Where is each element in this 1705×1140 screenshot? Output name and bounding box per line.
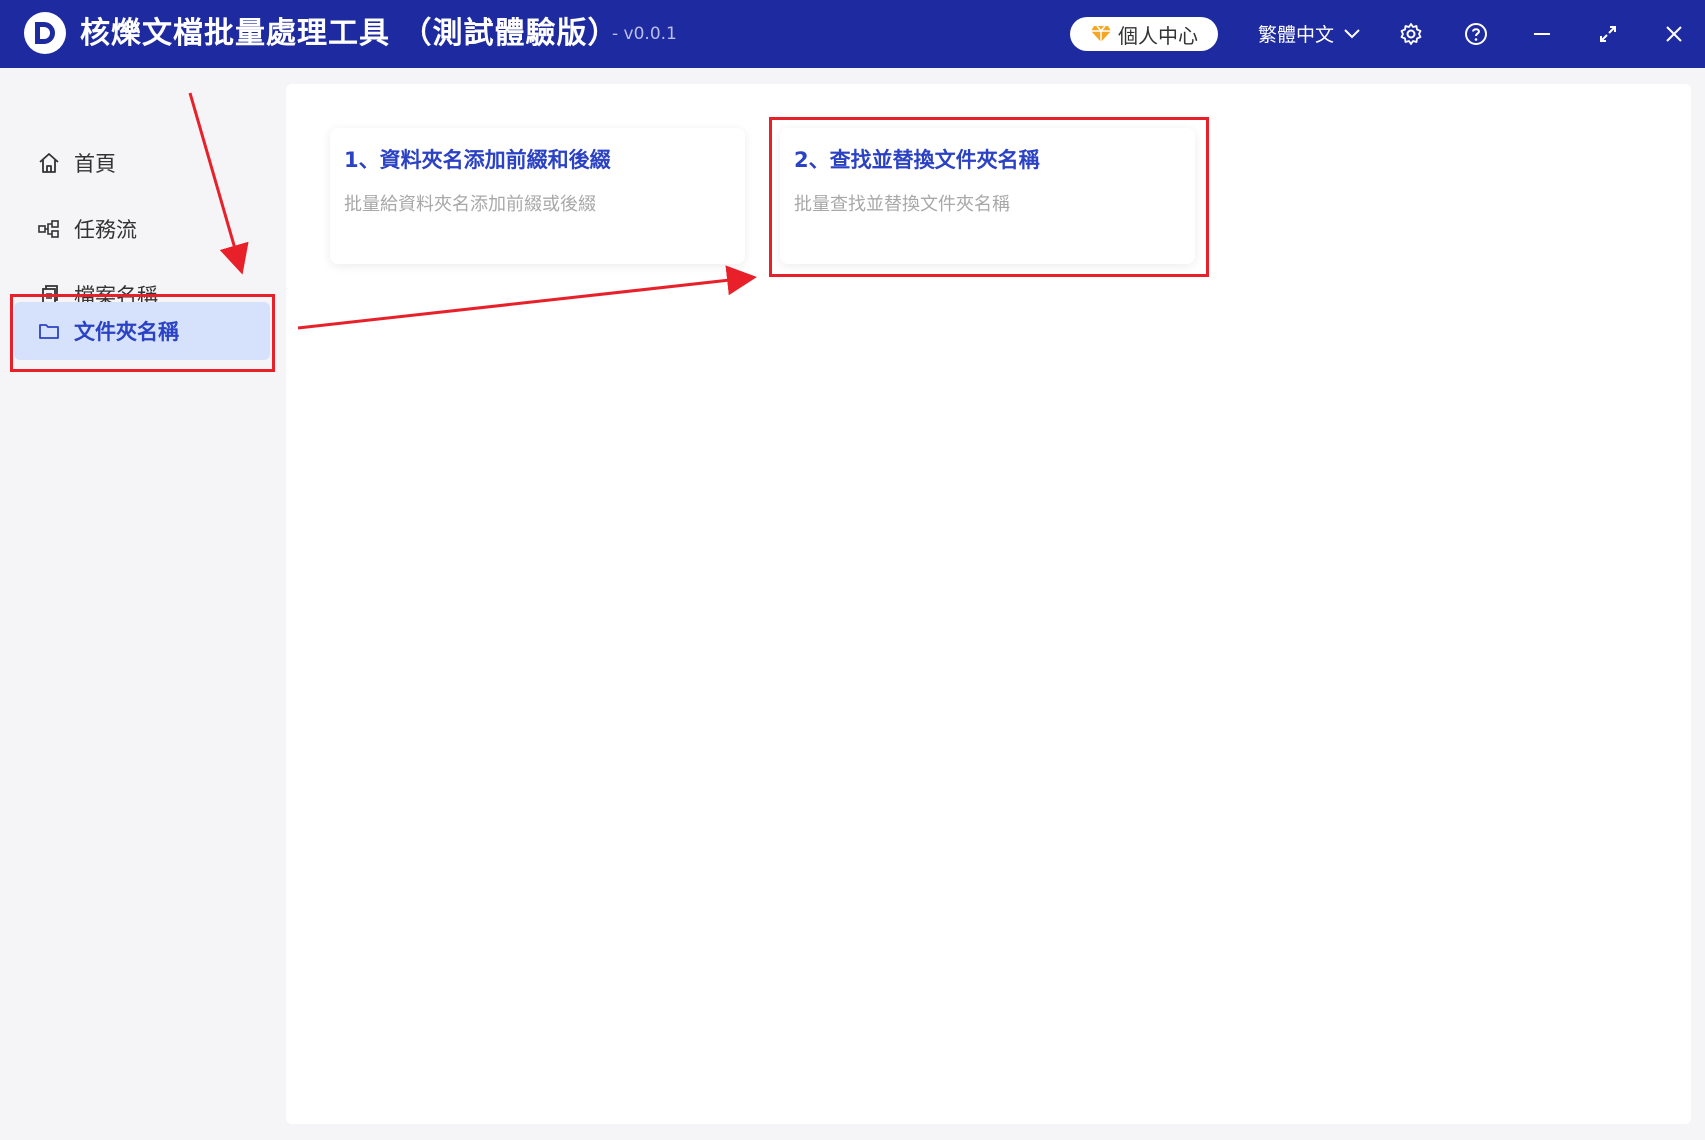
language-label: 繁體中文 [1258, 24, 1335, 46]
app-title: 核爍文檔批量處理工具 （測試體驗版） [80, 16, 619, 51]
home-icon [38, 152, 60, 174]
personal-center-label: 個人中心 [1118, 23, 1198, 48]
app-logo-icon [24, 12, 66, 54]
card-title: 1、資料夾名添加前綴和後綴 [344, 148, 611, 172]
folder-icon [38, 320, 60, 342]
sidebar-item-home[interactable]: 首頁 [14, 134, 270, 192]
card-title: 2、查找並替換文件夾名稱 [794, 148, 1040, 172]
sidebar: 首頁 任務流 檔案名稱 文件夾名稱 [0, 68, 270, 1140]
feature-card-find-replace[interactable]: 2、查找並替換文件夾名稱 批量查找並替換文件夾名稱 [780, 128, 1195, 264]
workflow-icon [38, 218, 60, 240]
maximize-icon[interactable] [1593, 19, 1623, 49]
sidebar-item-label: 文件夾名稱 [74, 320, 179, 344]
settings-gear-icon[interactable] [1396, 19, 1426, 49]
close-icon[interactable] [1659, 19, 1689, 49]
language-selector[interactable]: 繁體中文 [1258, 20, 1360, 47]
card-description: 批量給資料夾名添加前綴或後綴 [344, 194, 596, 215]
feature-card-add-prefix-suffix[interactable]: 1、資料夾名添加前綴和後綴 批量給資料夾名添加前綴或後綴 [330, 128, 745, 264]
main-content: 1、資料夾名添加前綴和後綴 批量給資料夾名添加前綴或後綴 2、查找並替換文件夾名… [286, 84, 1691, 1124]
help-icon[interactable] [1461, 19, 1491, 49]
sidebar-item-folder-name[interactable]: 文件夾名稱 [14, 302, 270, 360]
app-version: - v0.0.1 [612, 24, 677, 44]
minimize-icon[interactable] [1527, 19, 1557, 49]
diamond-icon [1091, 25, 1111, 42]
sidebar-item-workflow[interactable]: 任務流 [14, 200, 270, 258]
app-window: 核爍文檔批量處理工具 （測試體驗版） - v0.0.1 個人中心 繁體中文 首頁… [0, 0, 1705, 1140]
sidebar-item-label: 首頁 [74, 152, 116, 176]
title-bar: 核爍文檔批量處理工具 （測試體驗版） - v0.0.1 個人中心 繁體中文 [0, 0, 1705, 68]
chevron-down-icon [1344, 28, 1360, 38]
sidebar-item-label: 任務流 [74, 218, 137, 242]
personal-center-button[interactable]: 個人中心 [1070, 17, 1218, 51]
card-description: 批量查找並替換文件夾名稱 [794, 194, 1010, 215]
